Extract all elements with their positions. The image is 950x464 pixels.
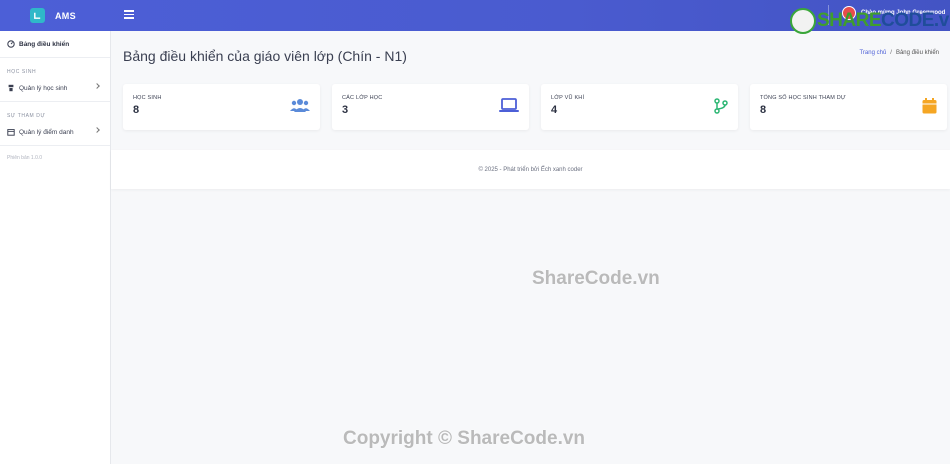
sidebar-item-label: Quản lý điểm danh xyxy=(19,128,74,136)
stat-card-total-attendance[interactable]: TỔNG SỐ HỌC SINH THAM DỰ 8 xyxy=(750,84,947,130)
stat-card-label: TỔNG SỐ HỌC SINH THAM DỰ xyxy=(760,95,846,101)
breadcrumb-current: Bảng điều khiển xyxy=(895,50,939,56)
stat-card-classes[interactable]: CÁC LỚP HỌC 3 xyxy=(332,84,529,130)
divider xyxy=(0,145,110,146)
sidebar-item-dashboard[interactable]: Bảng điều khiển xyxy=(0,31,110,57)
sidebar: Bảng điều khiển HỌC SINH Quản lý học sin… xyxy=(0,31,111,464)
stat-card-value: 4 xyxy=(551,104,558,116)
stat-card-label: CÁC LỚP HỌC xyxy=(342,95,383,101)
sharecode-logo-text: SHARECODE.vn xyxy=(817,10,950,31)
users-icon xyxy=(290,98,310,118)
hamburger-menu-icon[interactable] xyxy=(124,8,134,20)
footer: © 2025 - Phát triển bởi Ếch xanh coder xyxy=(111,150,950,189)
breadcrumb-separator: / xyxy=(890,50,892,56)
chevron-right-icon xyxy=(94,83,100,89)
calendar-icon xyxy=(922,98,937,119)
laptop-icon xyxy=(499,98,519,118)
version-text: Phiên bản 1.0.0 xyxy=(7,155,43,161)
sidebar-item-manage-students[interactable]: Quản lý học sinh xyxy=(0,75,110,101)
stat-card-value: 8 xyxy=(760,104,767,116)
stat-card-students[interactable]: HỌC SINH 8 xyxy=(123,84,320,130)
sharecode-logo: SHARECODE.vn xyxy=(790,8,950,34)
footer-text: © 2025 - Phát triển bởi Ếch xanh coder xyxy=(478,166,583,173)
brand-logo-icon xyxy=(30,8,45,23)
stat-card-value: 8 xyxy=(133,104,140,116)
stat-card-label: HỌC SINH xyxy=(133,95,162,101)
watermark-center: ShareCode.vn xyxy=(532,268,660,289)
brand[interactable]: AMS xyxy=(0,0,112,31)
page-title: Bảng điều khiển của giáo viên lớp (Chín … xyxy=(123,48,407,64)
sharecode-logo-icon xyxy=(790,8,816,34)
dashboard-gauge-icon xyxy=(7,40,15,48)
divider xyxy=(0,101,110,102)
brand-name: AMS xyxy=(55,10,76,21)
stat-card-weapon-classes[interactable]: LỚP VŨ KHÍ 4 xyxy=(541,84,738,130)
stat-card-label: LỚP VŨ KHÍ xyxy=(551,95,585,101)
main-content: Bảng điều khiển của giáo viên lớp (Chín … xyxy=(111,31,950,464)
calendar-small-icon xyxy=(7,128,15,136)
sidebar-item-label: Quản lý học sinh xyxy=(19,84,68,92)
breadcrumb: Trang chủ / Bảng điều khiển xyxy=(859,50,939,56)
stat-card-value: 3 xyxy=(342,104,349,116)
user-graduate-icon xyxy=(7,84,15,92)
breadcrumb-home-link[interactable]: Trang chủ xyxy=(859,50,886,56)
code-branch-icon xyxy=(714,98,728,119)
watermark-bottom: Copyright © ShareCode.vn xyxy=(343,428,586,449)
sidebar-item-label: Bảng điều khiển xyxy=(19,40,70,48)
sidebar-item-manage-attendance[interactable]: Quản lý điểm danh xyxy=(0,119,110,145)
divider xyxy=(0,57,110,58)
chevron-right-icon xyxy=(94,127,100,133)
